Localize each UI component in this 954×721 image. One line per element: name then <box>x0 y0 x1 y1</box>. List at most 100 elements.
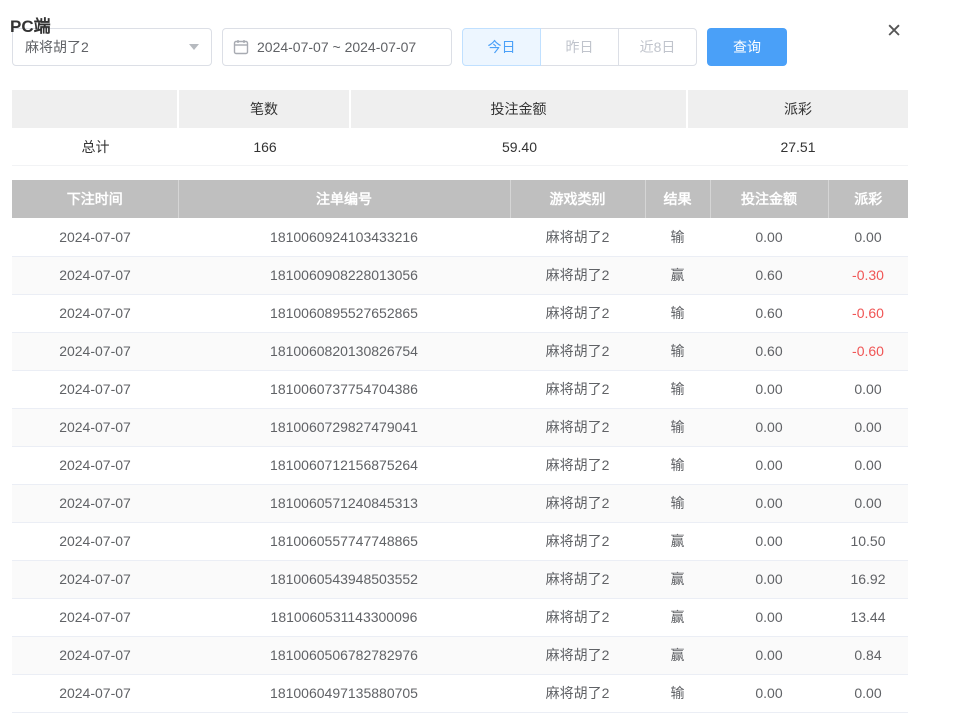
cell-order-id: 1810060497135880705 <box>178 674 510 712</box>
cell-order-id: 1810060571240845313 <box>178 484 510 522</box>
table-row: 2024-07-07 1810060895527652865 麻将胡了2 输 0… <box>12 294 908 332</box>
cell-game-type: 麻将胡了2 <box>510 522 645 560</box>
table-row: 2024-07-07 1810060729827479041 麻将胡了2 输 0… <box>12 408 908 446</box>
cell-game-type: 麻将胡了2 <box>510 218 645 256</box>
table-row: 2024-07-07 1810060737754704386 麻将胡了2 输 0… <box>12 370 908 408</box>
cell-payout: 10.50 <box>828 522 908 560</box>
cell-result: 输 <box>645 370 710 408</box>
today-button[interactable]: 今日 <box>462 28 541 66</box>
quick-range-group: 今日 昨日 近8日 <box>462 28 697 66</box>
cell-result: 赢 <box>645 560 710 598</box>
cell-result: 赢 <box>645 636 710 674</box>
col-header-result: 结果 <box>645 180 710 218</box>
table-row: 2024-07-07 1810060543948503552 麻将胡了2 赢 0… <box>12 560 908 598</box>
table-row: 2024-07-07 1810060908228013056 麻将胡了2 赢 0… <box>12 256 908 294</box>
table-row: 2024-07-07 1810060506782782976 麻将胡了2 赢 0… <box>12 636 908 674</box>
cell-result: 赢 <box>645 256 710 294</box>
col-header-orderid: 注单编号 <box>178 180 510 218</box>
col-header-time: 下注时间 <box>12 180 178 218</box>
col-header-amount: 投注金额 <box>710 180 828 218</box>
cell-payout: 0.00 <box>828 218 908 256</box>
cell-bet-time: 2024-07-07 <box>12 332 178 370</box>
cell-result: 输 <box>645 218 710 256</box>
summary-amount-value: 59.40 <box>351 128 688 166</box>
cell-game-type: 麻将胡了2 <box>510 256 645 294</box>
cell-payout: 0.84 <box>828 636 908 674</box>
filter-bar: 麻将胡了2 2024-07-07 ~ 2024-07-07 今日 昨日 近8日 … <box>12 28 942 66</box>
summary-header-amount: 投注金额 <box>351 90 688 128</box>
cell-order-id: 1810060543948503552 <box>178 560 510 598</box>
cell-bet-time: 2024-07-07 <box>12 674 178 712</box>
cell-bet-time: 2024-07-07 <box>12 560 178 598</box>
cell-result: 输 <box>645 408 710 446</box>
cell-bet-amount: 0.00 <box>710 598 828 636</box>
summary-payout-value: 27.51 <box>688 128 908 166</box>
cell-payout: 16.92 <box>828 560 908 598</box>
cell-order-id: 1810060531143300096 <box>178 598 510 636</box>
summary-header-blank <box>12 90 179 128</box>
cell-payout: 0.00 <box>828 408 908 446</box>
cell-result: 输 <box>645 674 710 712</box>
cell-payout: 0.00 <box>828 484 908 522</box>
cell-order-id: 1810060729827479041 <box>178 408 510 446</box>
cell-game-type: 麻将胡了2 <box>510 446 645 484</box>
date-range-picker[interactable]: 2024-07-07 ~ 2024-07-07 <box>222 28 452 66</box>
cell-order-id: 1810060895527652865 <box>178 294 510 332</box>
cell-payout: -0.60 <box>828 332 908 370</box>
cell-bet-time: 2024-07-07 <box>12 636 178 674</box>
cell-game-type: 麻将胡了2 <box>510 408 645 446</box>
last-8-days-button[interactable]: 近8日 <box>618 28 697 66</box>
cell-result: 输 <box>645 332 710 370</box>
cell-bet-amount: 0.00 <box>710 522 828 560</box>
summary-table: 笔数 投注金额 派彩 总计 166 59.40 27.51 <box>12 90 908 166</box>
cell-bet-amount: 0.00 <box>710 560 828 598</box>
cell-order-id: 1810060557747748865 <box>178 522 510 560</box>
search-button[interactable]: 查询 <box>707 28 787 66</box>
cell-bet-amount: 0.60 <box>710 332 828 370</box>
summary-header-bets: 笔数 <box>179 90 351 128</box>
table-row: 2024-07-07 1810060712156875264 麻将胡了2 输 0… <box>12 446 908 484</box>
cell-bet-amount: 0.00 <box>710 484 828 522</box>
cell-payout: 0.00 <box>828 446 908 484</box>
cell-result: 输 <box>645 484 710 522</box>
cell-bet-amount: 0.00 <box>710 370 828 408</box>
cell-bet-time: 2024-07-07 <box>12 446 178 484</box>
cell-payout: 0.00 <box>828 370 908 408</box>
yesterday-button[interactable]: 昨日 <box>540 28 619 66</box>
cell-order-id: 1810060924103433216 <box>178 218 510 256</box>
summary-total-row: 总计 166 59.40 27.51 <box>12 128 908 166</box>
bet-table: 下注时间 注单编号 游戏类别 结果 投注金额 派彩 2024-07-07 181… <box>12 180 908 713</box>
cell-order-id: 1810060737754704386 <box>178 370 510 408</box>
page-title: PC端 <box>10 17 51 37</box>
cell-payout: -0.30 <box>828 256 908 294</box>
cell-game-type: 麻将胡了2 <box>510 598 645 636</box>
cell-bet-amount: 0.00 <box>710 674 828 712</box>
summary-total-label: 总计 <box>12 128 179 166</box>
cell-order-id: 1810060908228013056 <box>178 256 510 294</box>
summary-bets-value: 166 <box>179 128 351 166</box>
cell-order-id: 1810060820130826754 <box>178 332 510 370</box>
cell-bet-amount: 0.00 <box>710 446 828 484</box>
cell-payout: 13.44 <box>828 598 908 636</box>
cell-game-type: 麻将胡了2 <box>510 370 645 408</box>
cell-bet-time: 2024-07-07 <box>12 218 178 256</box>
bet-table-header-row: 下注时间 注单编号 游戏类别 结果 投注金额 派彩 <box>12 180 908 218</box>
cell-bet-time: 2024-07-07 <box>12 408 178 446</box>
table-row: 2024-07-07 1810060571240845313 麻将胡了2 输 0… <box>12 484 908 522</box>
close-icon[interactable]: ✕ <box>886 23 902 41</box>
chevron-down-icon <box>189 44 199 50</box>
cell-game-type: 麻将胡了2 <box>510 560 645 598</box>
table-row: 2024-07-07 1810060531143300096 麻将胡了2 赢 0… <box>12 598 908 636</box>
cell-game-type: 麻将胡了2 <box>510 484 645 522</box>
table-row: 2024-07-07 1810060924103433216 麻将胡了2 输 0… <box>12 218 908 256</box>
cell-bet-amount: 0.00 <box>710 218 828 256</box>
cell-result: 赢 <box>645 598 710 636</box>
cell-bet-time: 2024-07-07 <box>12 370 178 408</box>
cell-bet-time: 2024-07-07 <box>12 256 178 294</box>
cell-game-type: 麻将胡了2 <box>510 332 645 370</box>
cell-bet-time: 2024-07-07 <box>12 522 178 560</box>
table-row: 2024-07-07 1810060497135880705 麻将胡了2 输 0… <box>12 674 908 712</box>
col-header-game: 游戏类别 <box>510 180 645 218</box>
date-range-value: 2024-07-07 ~ 2024-07-07 <box>257 39 416 55</box>
calendar-icon <box>233 39 249 55</box>
